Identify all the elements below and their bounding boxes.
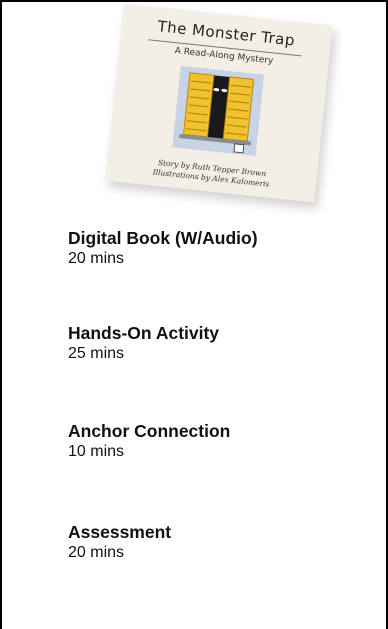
book-cover: The Monster Trap A Read-Along Mystery St… bbox=[105, 3, 333, 203]
activity-duration: 25 mins bbox=[68, 345, 125, 362]
activity-assessment: Assessment 20 mins bbox=[68, 521, 368, 563]
activity-title: Assessment bbox=[68, 522, 172, 542]
lesson-card: The Monster Trap A Read-Along Mystery St… bbox=[0, 0, 388, 629]
activity-title: Anchor Connection bbox=[68, 421, 231, 441]
activity-digital-book: Digital Book (W/Audio) 20 mins bbox=[68, 227, 368, 269]
activity-title: Hands-On Activity bbox=[68, 323, 220, 343]
activity-duration: 20 mins bbox=[68, 544, 125, 561]
window-illustration bbox=[172, 65, 265, 157]
activity-duration: 10 mins bbox=[68, 443, 125, 460]
book-cover-link[interactable]: The Monster Trap A Read-Along Mystery St… bbox=[105, 3, 336, 204]
activity-hands-on: Hands-On Activity 25 mins bbox=[68, 322, 368, 364]
activity-anchor-connection: Anchor Connection 10 mins bbox=[68, 420, 368, 462]
activity-title: Digital Book (W/Audio) bbox=[68, 228, 258, 248]
activity-duration: 20 mins bbox=[68, 250, 125, 267]
